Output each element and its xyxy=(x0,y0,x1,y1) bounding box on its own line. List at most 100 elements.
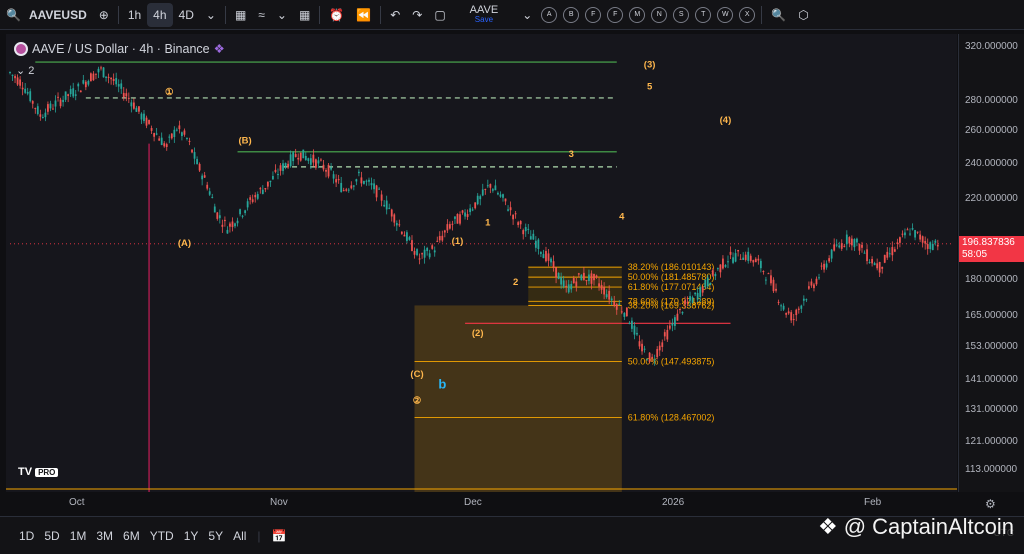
candle-body xyxy=(284,163,287,167)
candle-body xyxy=(456,213,459,224)
candle-body xyxy=(598,283,600,287)
candle-body xyxy=(765,279,767,281)
range-3m[interactable]: 3M xyxy=(91,529,118,543)
range-1d[interactable]: 1D xyxy=(14,529,39,543)
candle-body xyxy=(84,81,87,88)
candle-body xyxy=(221,224,224,227)
alpha-button[interactable]: S xyxy=(673,6,690,23)
alpha-button[interactable]: M xyxy=(629,6,646,23)
symbol-name[interactable]: AAVEUSD xyxy=(27,3,93,27)
alpha-button[interactable]: A xyxy=(541,6,558,23)
candle-body xyxy=(107,76,110,78)
candle-body xyxy=(919,234,922,240)
wave-label: (1) xyxy=(452,236,464,247)
price-chart[interactable]: 38.20% (186.010143)50.00% (181.485780)61… xyxy=(6,34,957,492)
range-5y[interactable]: 5Y xyxy=(203,529,228,543)
candle-body xyxy=(497,192,499,195)
candle-body xyxy=(304,155,307,161)
candle-body xyxy=(395,223,398,226)
time-axis[interactable]: Oct Nov Dec 2026 Feb xyxy=(6,493,957,513)
range-1y[interactable]: 1Y xyxy=(179,529,204,543)
candle-body xyxy=(582,272,585,280)
range-all[interactable]: All xyxy=(228,529,251,543)
candle-body xyxy=(350,185,353,189)
alpha-button[interactable]: W xyxy=(717,6,734,23)
candle-body xyxy=(216,212,219,219)
candle-body xyxy=(805,299,808,301)
range-ytd[interactable]: YTD xyxy=(145,529,179,543)
candle-body xyxy=(441,235,444,241)
add-symbol-icon[interactable]: ⊕ xyxy=(93,3,115,27)
wave-label: (2) xyxy=(472,328,484,339)
candle-body xyxy=(342,190,345,192)
candle-body xyxy=(365,180,368,182)
timeframe-4h[interactable]: 4h xyxy=(147,2,173,27)
alpha-button[interactable]: T xyxy=(695,6,712,23)
alpha-button[interactable]: B xyxy=(563,6,580,23)
range-5d[interactable]: 5D xyxy=(39,529,64,543)
wave-label: b xyxy=(438,377,446,392)
range-1m[interactable]: 1M xyxy=(65,529,92,543)
candle-body xyxy=(9,72,11,74)
chart-pane[interactable]: 38.20% (186.010143) 50.00% (181.485780) 61… xyxy=(6,34,957,492)
candle-body xyxy=(352,185,355,187)
settings-icon[interactable]: ⬡ xyxy=(792,3,814,27)
fib-zone-lower xyxy=(414,305,622,492)
wave-label: ② xyxy=(413,396,422,407)
candle-body xyxy=(246,201,249,208)
search-icon[interactable]: 🔍 xyxy=(765,3,792,27)
range-6m[interactable]: 6M xyxy=(118,529,145,543)
candle-body xyxy=(254,195,257,198)
candle-body xyxy=(509,207,512,211)
candle-body xyxy=(881,266,884,269)
alert-icon[interactable]: ⏰ xyxy=(323,3,350,27)
candle-body xyxy=(26,91,29,94)
candle-body xyxy=(873,263,876,266)
candle-body xyxy=(289,154,292,167)
candle-body xyxy=(438,236,441,241)
replay-icon[interactable]: ⏪ xyxy=(350,3,377,27)
redo-icon[interactable]: ↷ xyxy=(406,3,428,27)
chevron-down-icon[interactable]: ⌄ xyxy=(271,3,293,27)
fullscreen-icon[interactable]: ▢ xyxy=(428,3,451,27)
layout-grid-icon[interactable]: ▦ xyxy=(293,3,316,27)
candle-body xyxy=(241,215,244,217)
fib-level-label: 61.80% (177.071464) xyxy=(628,282,715,292)
candles-icon[interactable]: ▦ xyxy=(229,3,252,27)
axis-settings-icon[interactable]: ⚙ xyxy=(985,497,996,511)
candle-body xyxy=(39,114,42,117)
candle-body xyxy=(201,175,204,180)
candle-body xyxy=(469,208,472,213)
indicators-icon[interactable]: ≈ xyxy=(252,3,271,27)
candle-body xyxy=(317,160,320,164)
alpha-button[interactable]: F xyxy=(585,6,602,23)
symbol-search-icon[interactable]: 🔍 xyxy=(0,3,27,27)
candle-body xyxy=(871,258,873,264)
candle-body xyxy=(211,196,214,198)
candle-body xyxy=(153,133,156,137)
candle-body xyxy=(504,198,507,202)
chevron-down-icon[interactable]: ⌄ xyxy=(516,3,538,27)
candle-body xyxy=(749,255,752,261)
candle-body xyxy=(206,184,209,189)
tv-logo-icon: TV xyxy=(18,466,33,478)
undo-icon[interactable]: ↶ xyxy=(384,3,406,27)
date-range-icon[interactable]: 📅 xyxy=(267,529,292,543)
alpha-button[interactable]: N xyxy=(651,6,668,23)
timeframe-1h[interactable]: 1h xyxy=(122,3,147,27)
alpha-button[interactable]: F xyxy=(607,6,624,23)
timeframe-4d[interactable]: 4D xyxy=(173,3,200,27)
candle-body xyxy=(631,320,633,329)
candle-body xyxy=(491,189,494,191)
candle-body xyxy=(256,194,259,199)
alpha-button[interactable]: X xyxy=(739,6,756,23)
template-button[interactable]: AAVE Save xyxy=(452,4,517,25)
chevron-down-icon[interactable]: ⌄ xyxy=(200,3,222,27)
candle-body xyxy=(689,296,691,301)
fib-zone-upper xyxy=(528,266,622,306)
price-axis[interactable]: 196.837836 58:05 320.000000 280.000000 260… xyxy=(958,34,1024,492)
candle-body xyxy=(418,258,421,260)
wave-count: 2 xyxy=(28,65,35,77)
wave-indicator[interactable]: ⌄ 2 xyxy=(16,64,34,77)
price-tick: 280.000000 xyxy=(965,94,1018,106)
